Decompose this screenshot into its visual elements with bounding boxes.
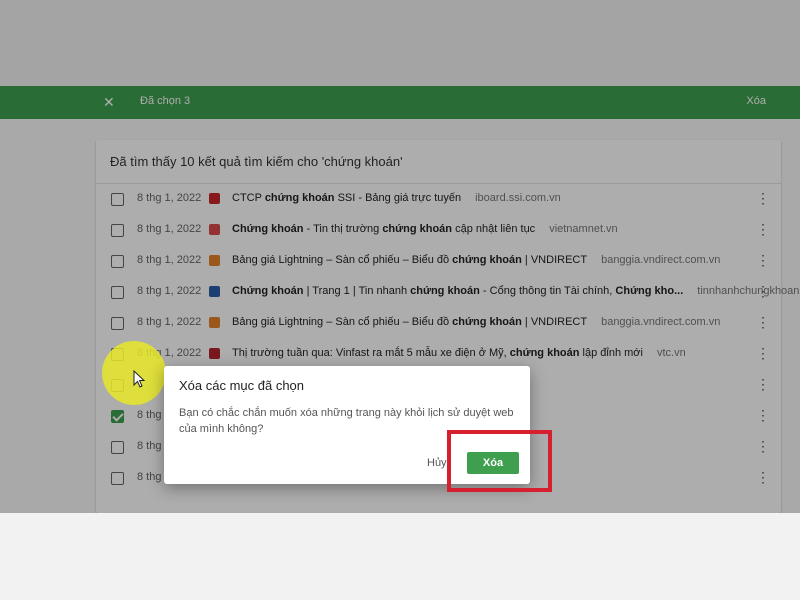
dialog-title: Xóa các mục đã chọn	[179, 378, 305, 393]
page-background-bottom	[0, 513, 800, 600]
annotation-highlight-box	[447, 430, 552, 492]
cancel-button[interactable]: Hủy	[427, 457, 447, 469]
mouse-cursor-icon	[133, 370, 145, 388]
